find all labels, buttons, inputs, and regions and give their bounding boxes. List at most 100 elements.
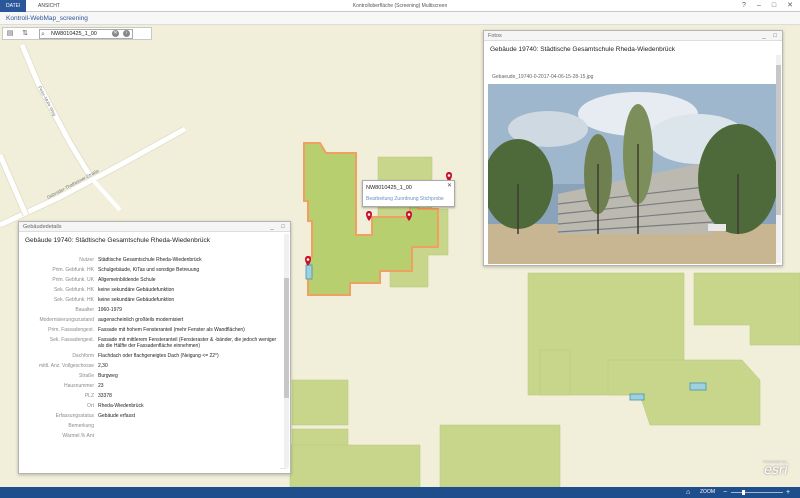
photos-panel: Fotos _ □ Gebäude 19740: Städtische Gesa… xyxy=(483,30,783,266)
help-button[interactable]: ? xyxy=(737,0,751,12)
attribute-key: Bemerkung xyxy=(68,423,94,429)
attribute-row: mittl. Anz. Vollgeschosse 2,30 xyxy=(21,361,283,371)
building-footprint xyxy=(291,379,349,426)
app-title[interactable]: Kontroll-WebMap_screening xyxy=(6,12,88,25)
zoom-out-button[interactable]: − xyxy=(723,487,727,498)
attribute-value: Fassade mit hohem Fensteranteil (mehr Fe… xyxy=(98,327,245,333)
map-feature-blue[interactable] xyxy=(629,393,645,401)
attribute-value: Burgweg xyxy=(98,373,118,379)
window-title: Kontrolloberfläche (Screening) Multiscre… xyxy=(352,3,448,9)
attribute-key: Sek. Fassadengest. xyxy=(49,337,94,343)
resize-handle-icon[interactable]: ··· xyxy=(280,466,286,472)
title-bar: Kontrolloberfläche (Screening) Multiscre… xyxy=(0,0,800,12)
menu-tab-file[interactable]: DATEI xyxy=(0,0,27,12)
map-feature-blue[interactable] xyxy=(689,382,707,391)
building-footprint xyxy=(607,359,761,426)
close-window-button[interactable]: ✕ xyxy=(783,0,797,12)
attribute-row: Erfassungsstatus Gebäude erfasst xyxy=(21,411,283,421)
building-details-panel: Gebäudedetails _ □ Gebäude 19740: Städti… xyxy=(18,221,291,474)
search-submit-button[interactable]: › xyxy=(123,30,130,37)
attribute-key: mittl. Anz. Vollgeschosse xyxy=(38,363,94,369)
attribute-table: Nutzer Städtische Gesamtschule Rheda-Wied… xyxy=(21,255,283,441)
attribute-value: Rheda-Wiedenbrück xyxy=(98,403,144,409)
attribute-row: Prim. Gebfunk. HK Schulgebäude, KiTas und… xyxy=(21,265,283,275)
search-icon: ⌕ xyxy=(41,31,45,38)
attribute-row: Hausnummer 23 xyxy=(21,381,283,391)
building-photo[interactable] xyxy=(488,84,776,264)
attribute-row: Sek. Fassadengest. Fassade mit mittlerem … xyxy=(21,335,283,351)
attribute-key: Wärmel.% Ant xyxy=(62,433,94,439)
photo-caption: Gebaeude_19740-0-2017-04-06-15-28-15.jpg xyxy=(492,74,594,80)
map-feature-blue[interactable] xyxy=(305,264,313,280)
building-footprint xyxy=(539,349,571,396)
attribute-value: keine sekundäre Gebäudefunktion xyxy=(98,297,175,303)
photos-panel-heading: Gebäude 19740: Städtische Gesamtschule R… xyxy=(490,46,675,53)
maximize-panel-icon[interactable]: □ xyxy=(279,222,287,232)
attribute-key: Hausnummer xyxy=(63,383,94,389)
attribute-value: Fassade mit mittlerem Fensteranteil (Fen… xyxy=(98,337,277,349)
attribute-key: Prim. Gebfunk. UK xyxy=(52,277,94,283)
attribute-value: augenscheinlich großteils modernisiert xyxy=(98,317,184,323)
details-panel-heading: Gebäude 19740: Städtische Gesamtschule R… xyxy=(25,237,210,244)
attribute-row: PLZ 33378 xyxy=(21,391,283,401)
attribute-row: Baualter 1960-1979 xyxy=(21,305,283,315)
status-bar: ⌂ ZOOM − + xyxy=(0,487,800,498)
attribute-key: PLZ xyxy=(84,393,94,399)
clear-search-button[interactable]: ✕ xyxy=(112,30,119,37)
zoom-in-button[interactable]: + xyxy=(786,487,790,498)
layers-icon[interactable]: ▤ xyxy=(6,30,14,38)
street-label-thalheimer: Gebrüder-Thalheimer-Straße xyxy=(46,168,100,200)
esri-logo: esri xyxy=(764,463,788,478)
photos-panel-header: Fotos _ □ xyxy=(484,31,782,41)
attribute-value: 1960-1979 xyxy=(98,307,122,313)
attribute-row: Straße Burgweg xyxy=(21,371,283,381)
maximize-button[interactable]: □ xyxy=(767,0,781,12)
attribute-key: Straße xyxy=(78,373,94,379)
minimize-panel-icon[interactable]: _ xyxy=(760,31,768,41)
minimize-panel-icon[interactable]: _ xyxy=(268,222,276,232)
search-input-value[interactable]: NW8010425_1_00 xyxy=(51,30,97,39)
menu-tab-view[interactable]: ANSICHT xyxy=(32,0,66,12)
attribute-key: Nutzer xyxy=(79,257,94,263)
photos-panel-title: Fotos xyxy=(488,33,502,39)
attribute-row: Dachform Flachdach oder flachgeneigtes Da… xyxy=(21,351,283,361)
attribute-row: Nutzer Städtische Gesamtschule Rheda-Wied… xyxy=(21,255,283,265)
maximize-panel-icon[interactable]: □ xyxy=(771,31,779,41)
attribute-value: 2,30 xyxy=(98,363,108,369)
attribute-value xyxy=(98,423,283,429)
photos-scrollbar[interactable] xyxy=(776,55,781,263)
attribute-key: Modernisierungszustand xyxy=(39,317,94,323)
attribute-row: Ort Rheda-Wiedenbrück xyxy=(21,401,283,411)
minimize-button[interactable]: – xyxy=(752,0,766,12)
attribute-value: keine sekundäre Gebäudefunktion xyxy=(98,287,175,293)
attribute-row: Sek. Gebfunk. HK keine sekundäre Gebäudef… xyxy=(21,295,283,305)
search-toolbar: ▤ ⇅ ⌕ NW8010425_1_00 ✕ › xyxy=(2,27,152,40)
attribute-row: Sek. Gebfunk. HK keine sekundäre Gebäudef… xyxy=(21,285,283,295)
attribute-value: Schulgebäude, KiTas und sonstige Betreuu… xyxy=(98,267,200,273)
attribute-key: Prim. Fassadengest. xyxy=(48,327,94,333)
identify-icon[interactable]: ⇅ xyxy=(21,30,29,38)
popup-close-icon[interactable]: ✕ xyxy=(447,182,452,189)
attribute-row: Bemerkung xyxy=(21,421,283,431)
attribute-row: Prim. Fassadengest. Fassade mit hohem Fen… xyxy=(21,325,283,335)
home-icon[interactable]: ⌂ xyxy=(686,487,690,498)
attribute-key: Baualter xyxy=(75,307,94,313)
app-bar: Kontroll-WebMap_screening xyxy=(0,12,800,25)
zoom-slider[interactable] xyxy=(731,492,783,493)
road-network xyxy=(0,43,187,229)
popup-title: NW8010425_1_00 xyxy=(366,185,412,191)
attribute-value: 33378 xyxy=(98,393,112,399)
zoom-slider-thumb[interactable] xyxy=(742,490,745,495)
attribute-value: Flachdach oder flachgeneigtes Dach (Neig… xyxy=(98,353,219,359)
attribute-key: Sek. Gebfunk. HK xyxy=(53,297,94,303)
details-scrollbar[interactable] xyxy=(284,234,289,468)
attribute-value: Gebäude erfasst xyxy=(98,413,135,419)
attribute-key: Sek. Gebfunk. HK xyxy=(53,287,94,293)
attribute-key: Prim. Gebfunk. HK xyxy=(52,267,94,273)
popup-link[interactable]: Bearbeitung Zuordnung Stichprobe xyxy=(366,196,444,202)
attribute-key: Erfassungsstatus xyxy=(55,413,94,419)
attribute-value: Allgemeinbildende Schule xyxy=(98,277,156,283)
attribute-row: Wärmel.% Ant xyxy=(21,431,283,441)
attribute-key: Ort xyxy=(87,403,94,409)
zoom-label: ZOOM xyxy=(700,489,715,495)
